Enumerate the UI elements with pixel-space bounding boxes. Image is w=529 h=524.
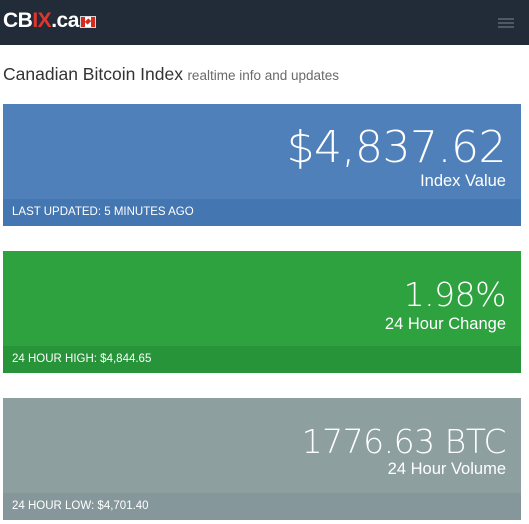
- canada-flag-icon: [80, 16, 96, 28]
- change-panel: 1.98% 24 Hour Change 24 HOUR HIGH: $4,84…: [3, 251, 521, 373]
- change-label: 24 Hour Change: [384, 315, 506, 333]
- page-title: Canadian Bitcoin Index: [3, 64, 183, 84]
- low-footer: 24 HOUR LOW: $4,701.40: [3, 493, 521, 520]
- page-heading: Canadian Bitcoin Index realtime info and…: [3, 64, 339, 85]
- brand-prefix: CB: [3, 9, 33, 32]
- page-subtitle: realtime info and updates: [187, 68, 340, 83]
- hamburger-menu-icon[interactable]: [492, 12, 522, 34]
- brand-logo[interactable]: CBIX.ca: [3, 9, 79, 33]
- brand-highlight: IX: [32, 9, 52, 32]
- panel-body: $4,837.62 Index Value: [3, 104, 521, 199]
- index-value-label: Index Value: [420, 172, 506, 190]
- volume-panel: 1776.63 BTC 24 Hour Volume 24 HOUR LOW: …: [3, 398, 521, 520]
- index-value: $4,837.62: [286, 122, 507, 173]
- last-updated-footer: LAST UPDATED: 5 MINUTES AGO: [3, 199, 521, 226]
- brand-suffix: .ca: [51, 9, 79, 32]
- volume-value: 1776.63 BTC: [301, 422, 507, 461]
- volume-label: 24 Hour Volume: [387, 460, 506, 478]
- high-footer: 24 HOUR HIGH: $4,844.65: [3, 346, 521, 373]
- change-value: 1.98%: [403, 275, 507, 314]
- index-value-panel: $4,837.62 Index Value LAST UPDATED: 5 MI…: [3, 104, 521, 226]
- panel-body: 1.98% 24 Hour Change: [3, 251, 521, 346]
- panel-body: 1776.63 BTC 24 Hour Volume: [3, 398, 521, 493]
- navbar: CBIX.ca: [0, 0, 529, 45]
